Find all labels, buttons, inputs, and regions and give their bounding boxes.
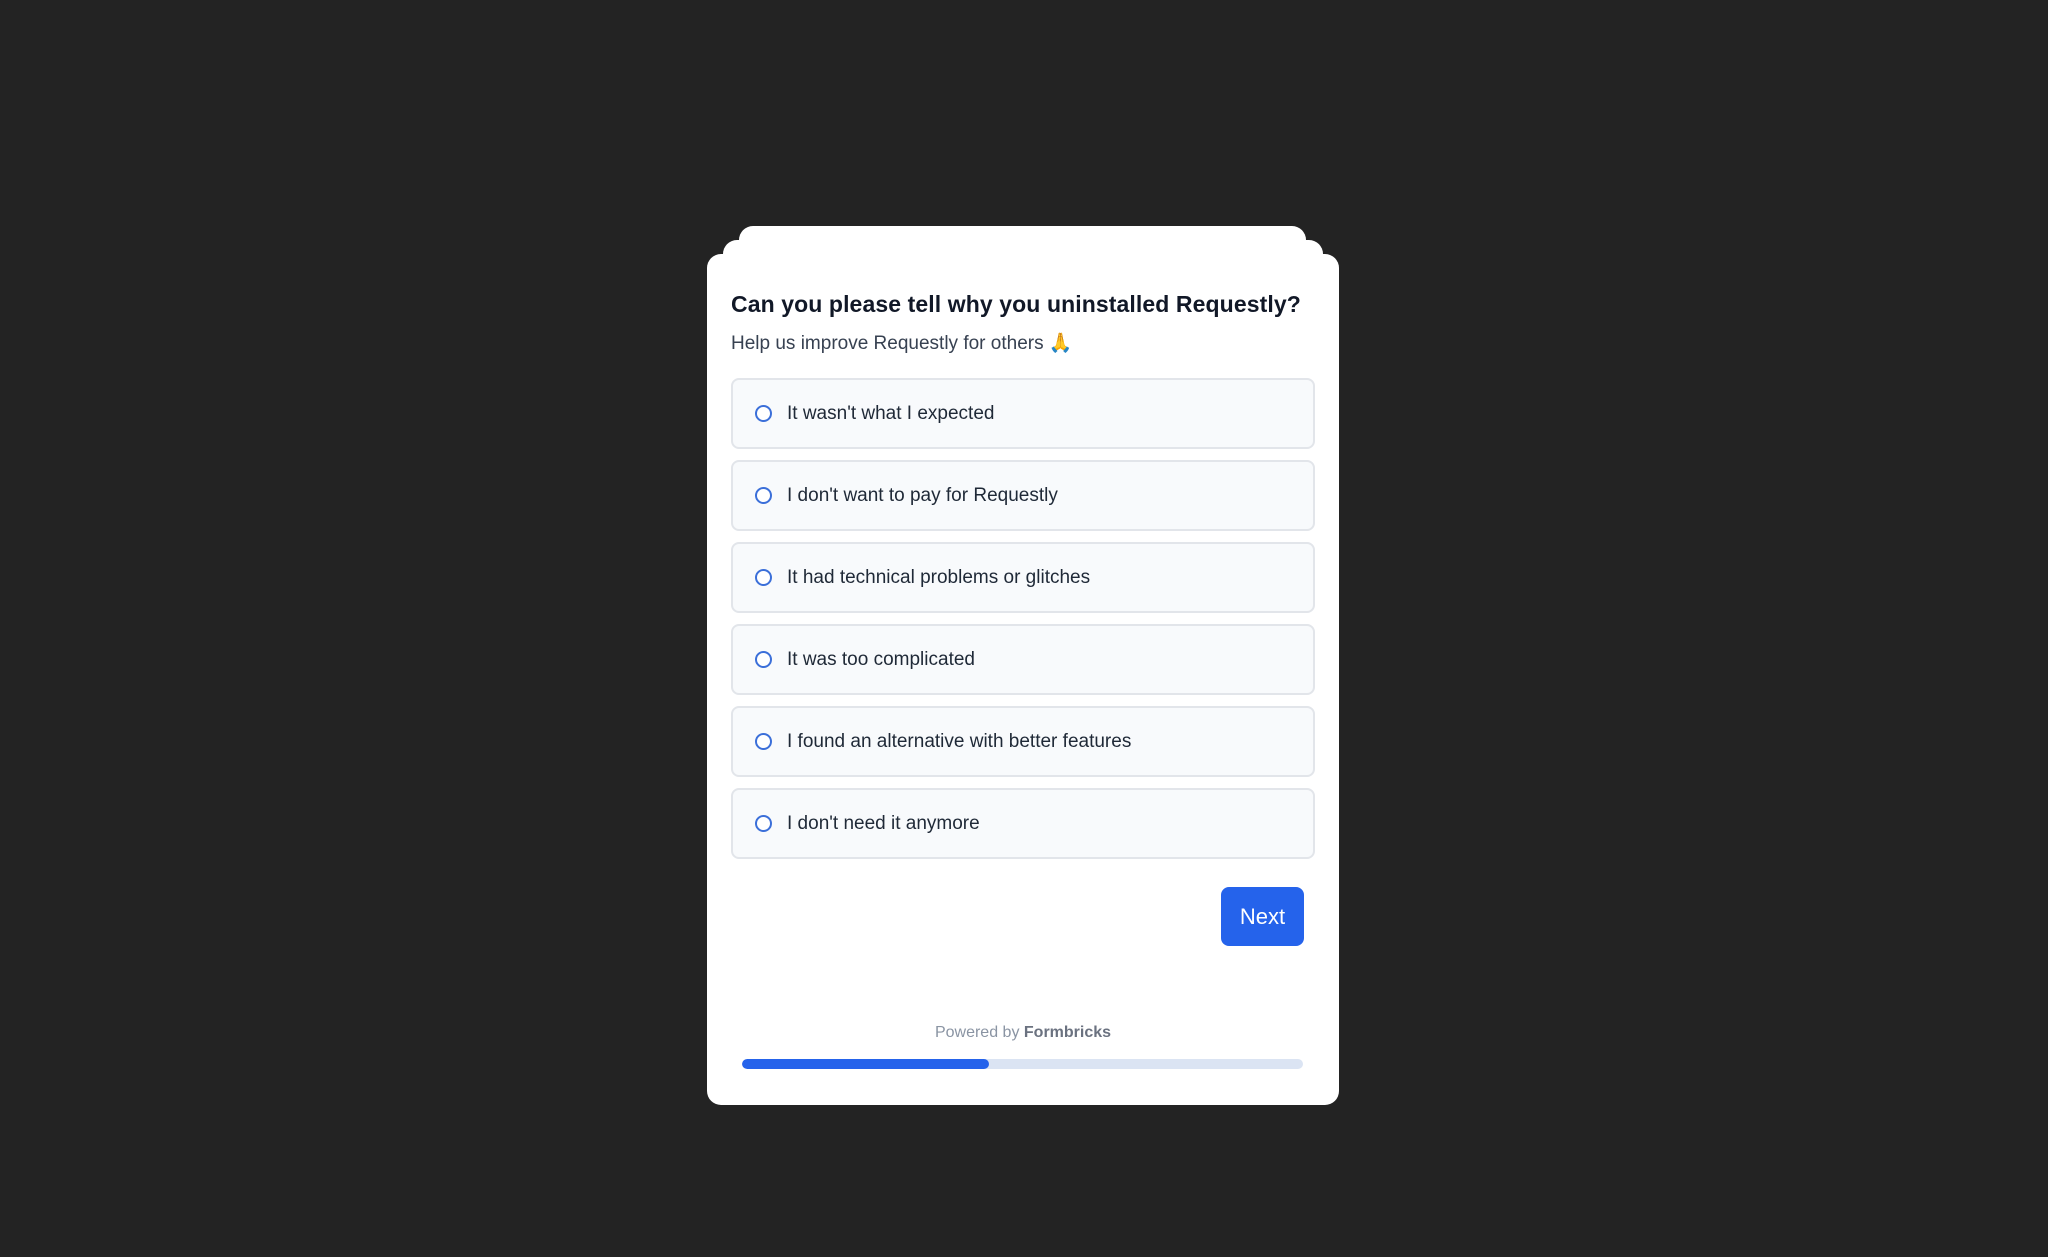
question-title: Can you please tell why you uninstalled … (731, 291, 1301, 317)
radio-circle-icon[interactable] (755, 487, 772, 504)
option-dont-need-anymore[interactable]: I don't need it anymore (731, 788, 1315, 859)
progress-bar-fill (742, 1059, 989, 1069)
radio-circle-icon[interactable] (755, 569, 772, 586)
stage: Can you please tell why you uninstalled … (0, 0, 2048, 1257)
option-label: It was too complicated (787, 648, 975, 670)
option-label: It wasn't what I expected (787, 402, 995, 424)
progress-bar (742, 1059, 1303, 1069)
survey-card: Can you please tell why you uninstalled … (707, 254, 1339, 1105)
radio-circle-icon[interactable] (755, 405, 772, 422)
radio-circle-icon[interactable] (755, 733, 772, 750)
question-subheader: Help us improve Requestly for others 🙏 (731, 333, 1073, 354)
option-label: It had technical problems or glitches (787, 566, 1091, 588)
next-button[interactable]: Next (1221, 887, 1304, 946)
radio-circle-icon[interactable] (755, 815, 772, 832)
option-technical-problems[interactable]: It had technical problems or glitches (731, 542, 1315, 613)
formbricks-brand-link[interactable]: Formbricks (1024, 1024, 1111, 1041)
actions-row: Next (731, 887, 1315, 946)
option-found-alternative[interactable]: I found an alternative with better featu… (731, 706, 1315, 777)
option-dont-want-to-pay[interactable]: I don't want to pay for Requestly (731, 460, 1315, 531)
option-label: I don't need it anymore (787, 812, 980, 834)
option-too-complicated[interactable]: It was too complicated (731, 624, 1315, 695)
radio-circle-icon[interactable] (755, 651, 772, 668)
options-list: It wasn't what I expected I don't want t… (731, 378, 1315, 859)
powered-by-prefix: Powered by (934, 1024, 1020, 1041)
option-label: I don't want to pay for Requestly (787, 484, 1058, 506)
option-label: I found an alternative with better featu… (787, 730, 1132, 752)
option-not-expected[interactable]: It wasn't what I expected (731, 378, 1315, 449)
powered-by: Powered by Formbricks (707, 1024, 1339, 1042)
